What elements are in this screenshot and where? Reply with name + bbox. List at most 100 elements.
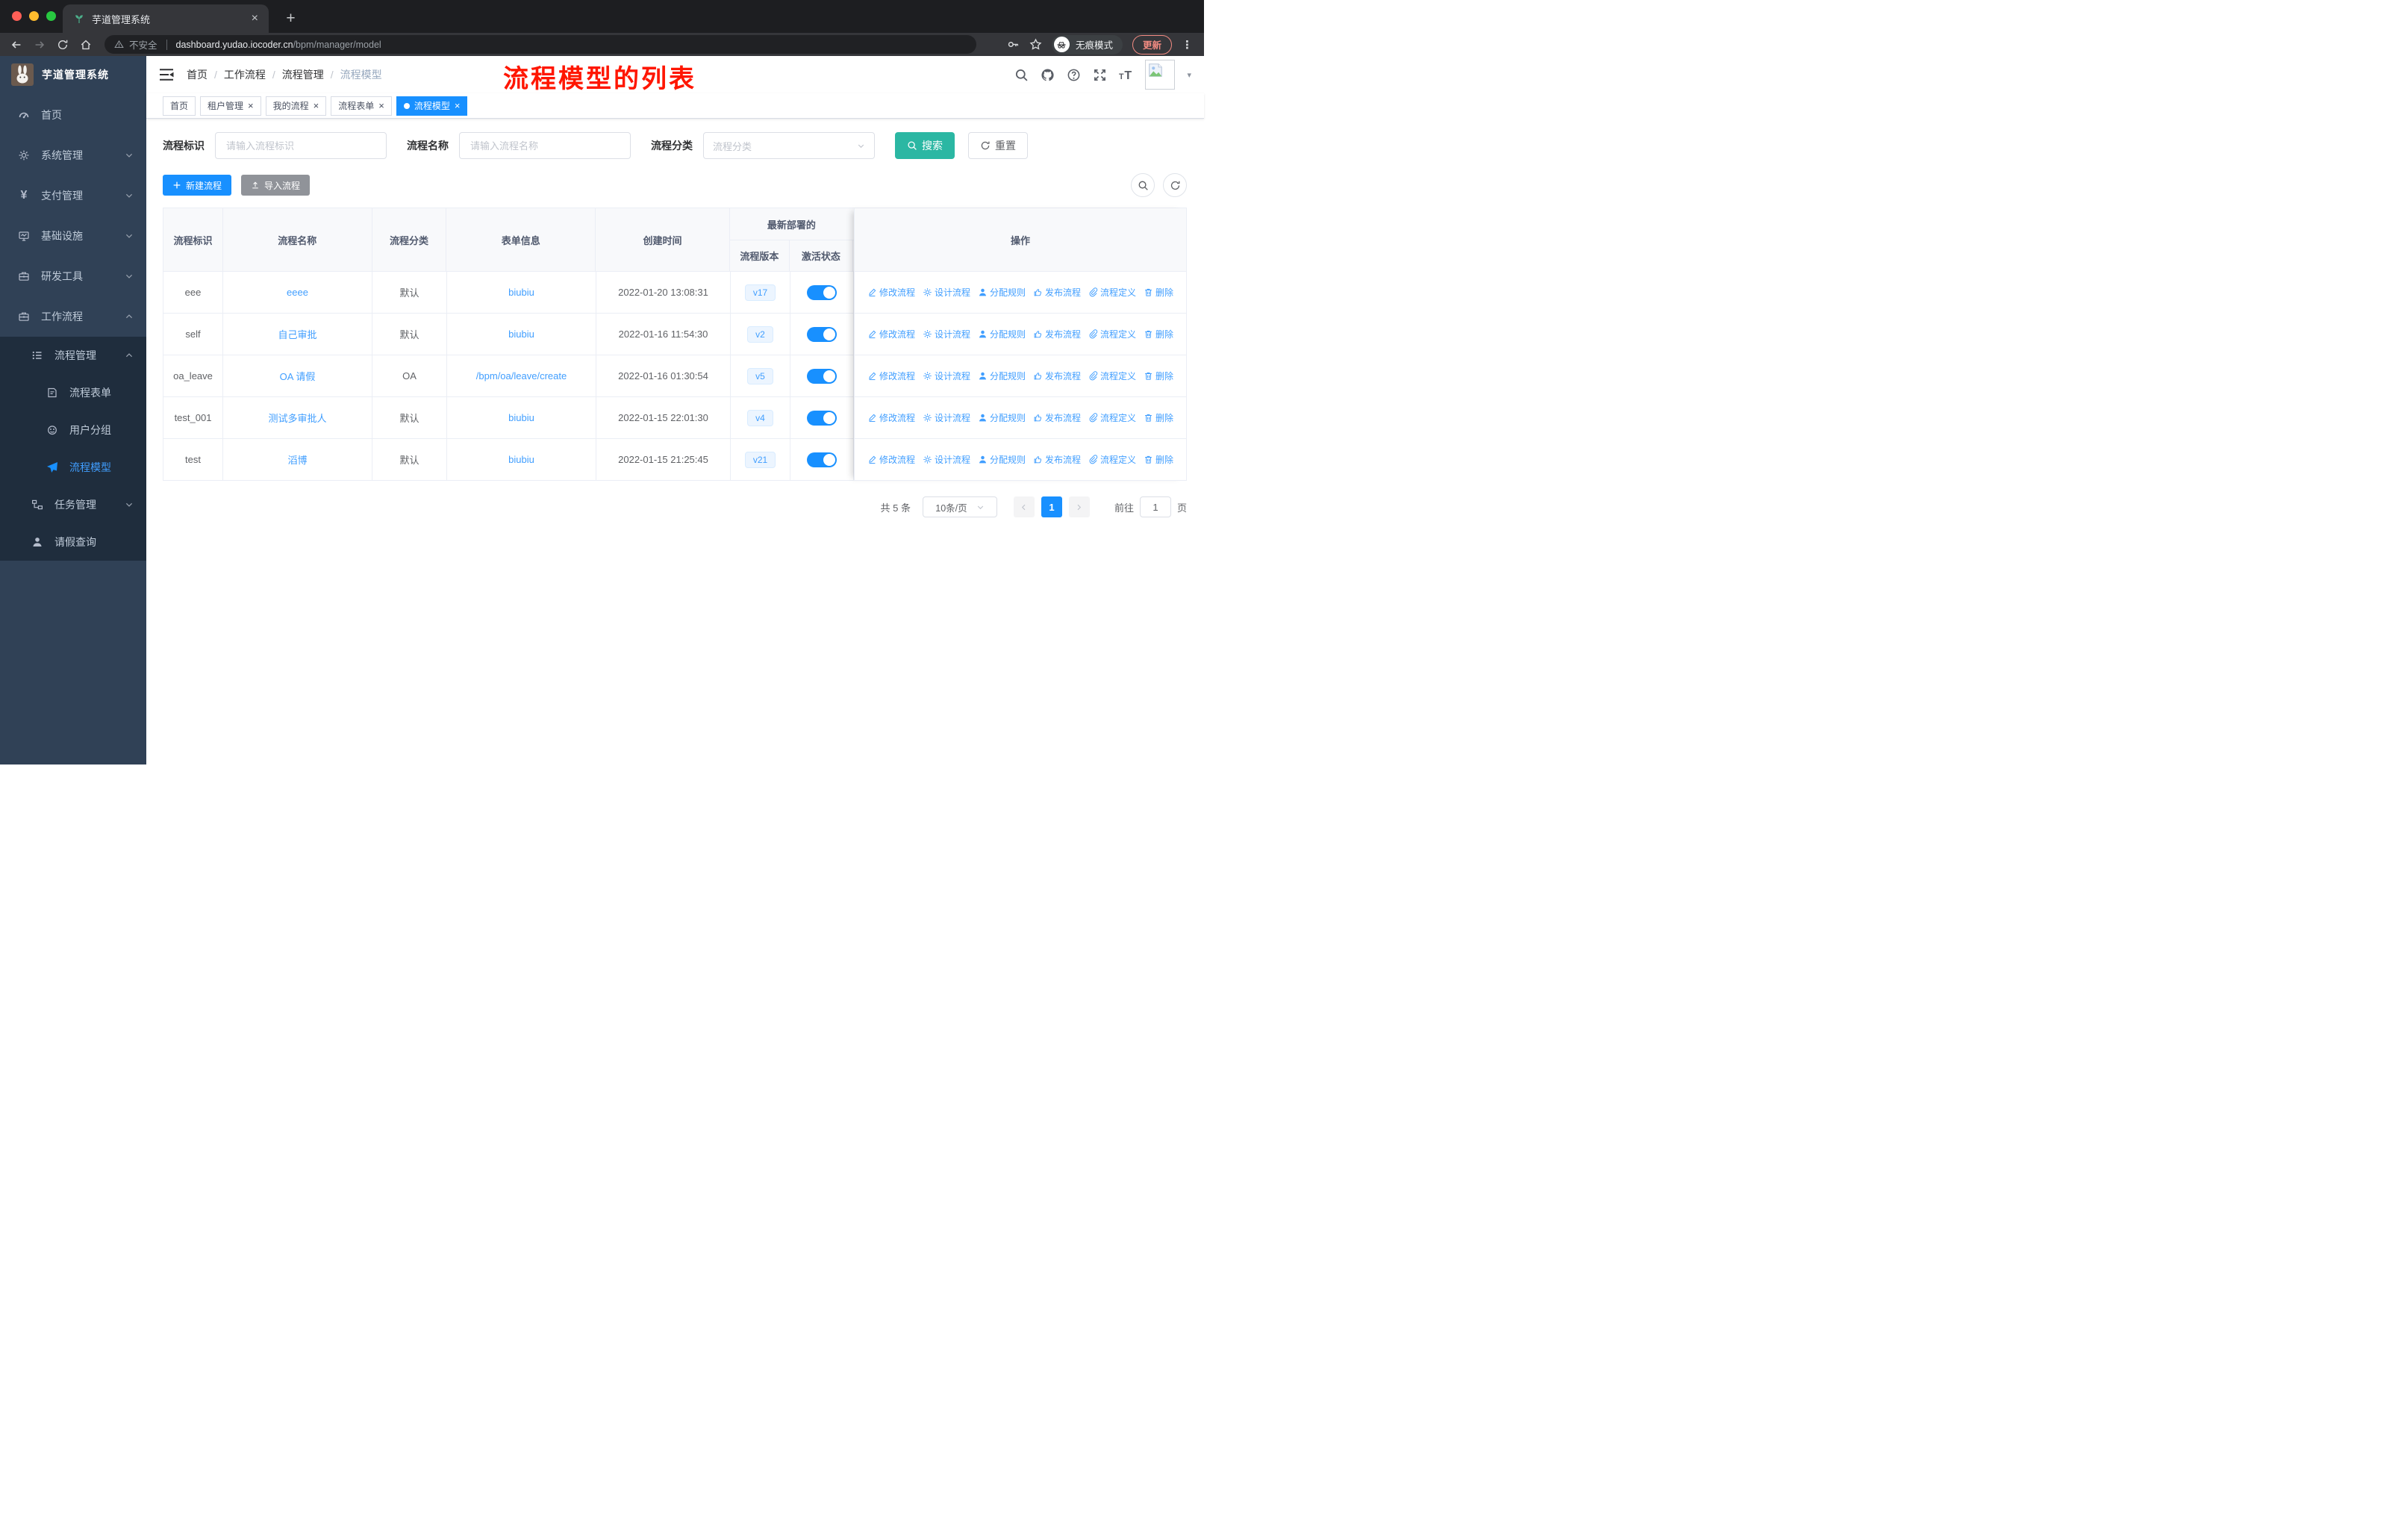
sidebar-item-process-model[interactable]: 流程模型	[0, 449, 146, 486]
publish-process-link[interactable]: 发布流程	[1033, 370, 1081, 382]
design-process-link[interactable]: 设计流程	[923, 411, 970, 424]
window-zoom-button[interactable]	[46, 11, 56, 21]
forward-icon[interactable]	[34, 39, 46, 51]
process-name-link[interactable]: OA 请假	[280, 369, 316, 383]
process-definition-link[interactable]: 流程定义	[1088, 453, 1136, 466]
process-definition-link[interactable]: 流程定义	[1088, 286, 1136, 299]
browser-menu-icon[interactable]: ⋮	[1182, 38, 1194, 52]
active-toggle[interactable]	[807, 410, 837, 426]
browser-tab[interactable]: 芋道管理系统 ×	[63, 4, 269, 33]
process-category-select[interactable]: 流程分类	[703, 132, 875, 159]
avatar-caret-icon[interactable]: ▾	[1187, 70, 1191, 80]
search-button[interactable]: 搜索	[895, 132, 955, 159]
delete-link[interactable]: 删除	[1144, 411, 1173, 424]
home-icon[interactable]	[80, 39, 92, 51]
assign-rule-link[interactable]: 分配规则	[978, 328, 1026, 340]
active-toggle[interactable]	[807, 284, 837, 300]
form-info-link[interactable]: /bpm/oa/leave/create	[476, 370, 567, 382]
tag-close-icon[interactable]: ×	[455, 100, 461, 111]
process-name-input[interactable]	[459, 132, 631, 159]
page-size-select[interactable]: 10条/页	[922, 496, 997, 517]
delete-link[interactable]: 删除	[1144, 328, 1173, 340]
tag-close-icon[interactable]: ×	[314, 100, 319, 111]
publish-process-link[interactable]: 发布流程	[1033, 286, 1081, 299]
delete-link[interactable]: 删除	[1144, 453, 1173, 466]
github-icon[interactable]	[1041, 68, 1055, 82]
design-process-link[interactable]: 设计流程	[923, 328, 970, 340]
publish-process-link[interactable]: 发布流程	[1033, 453, 1081, 466]
sidebar-item-task-management[interactable]: 任务管理	[0, 486, 146, 523]
sidebar-item-workflow[interactable]: 工作流程	[0, 296, 146, 337]
incognito-badge[interactable]: 无痕模式	[1051, 34, 1123, 55]
prev-page-button[interactable]	[1013, 496, 1035, 517]
modify-process-link[interactable]: 修改流程	[867, 370, 915, 382]
modify-process-link[interactable]: 修改流程	[867, 411, 915, 424]
delete-link[interactable]: 删除	[1144, 286, 1173, 299]
user-avatar[interactable]	[1145, 60, 1176, 90]
sidebar-item-leave-query[interactable]: 请假查询	[0, 523, 146, 561]
process-key-input[interactable]	[215, 132, 387, 159]
sidebar-item-home[interactable]: 首页	[0, 95, 146, 135]
create-process-button[interactable]: 新建流程	[163, 175, 232, 196]
refresh-table-button[interactable]	[1163, 173, 1187, 197]
next-page-button[interactable]	[1068, 496, 1090, 517]
sidebar-item-process-management[interactable]: 流程管理	[0, 337, 146, 374]
password-key-icon[interactable]	[1007, 38, 1020, 51]
goto-page-input[interactable]	[1139, 496, 1171, 517]
active-toggle[interactable]	[807, 452, 837, 467]
import-process-button[interactable]: 导入流程	[241, 175, 311, 196]
bookmark-star-icon[interactable]	[1029, 38, 1042, 51]
reload-icon[interactable]	[57, 39, 69, 51]
tag-process-form[interactable]: 流程表单 ×	[331, 96, 392, 116]
window-close-button[interactable]	[12, 11, 22, 21]
tag-close-icon[interactable]: ×	[248, 100, 254, 111]
back-icon[interactable]	[10, 39, 22, 51]
url-bar[interactable]: 不安全 dashboard.yudao.iocoder.cn/bpm/manag…	[105, 35, 976, 54]
modify-process-link[interactable]: 修改流程	[867, 328, 915, 340]
tag-my-process[interactable]: 我的流程 ×	[265, 96, 327, 116]
process-definition-link[interactable]: 流程定义	[1088, 370, 1136, 382]
modify-process-link[interactable]: 修改流程	[867, 286, 915, 299]
help-icon[interactable]	[1067, 68, 1081, 82]
publish-process-link[interactable]: 发布流程	[1033, 411, 1081, 424]
design-process-link[interactable]: 设计流程	[923, 453, 970, 466]
sidebar-item-system[interactable]: 系统管理	[0, 135, 146, 175]
tab-close-icon[interactable]: ×	[252, 13, 258, 25]
delete-link[interactable]: 删除	[1144, 370, 1173, 382]
tag-process-model[interactable]: 流程模型 ×	[396, 96, 468, 116]
assign-rule-link[interactable]: 分配规则	[978, 370, 1026, 382]
sidebar-item-devtools[interactable]: 研发工具	[0, 256, 146, 296]
tag-tenant[interactable]: 租户管理 ×	[200, 96, 261, 116]
reset-button[interactable]: 重置	[968, 132, 1028, 159]
breadcrumb-workflow[interactable]: 工作流程	[224, 67, 266, 82]
design-process-link[interactable]: 设计流程	[923, 286, 970, 299]
process-definition-link[interactable]: 流程定义	[1088, 411, 1136, 424]
tag-home[interactable]: 首页	[163, 96, 196, 116]
sidebar-item-infrastructure[interactable]: 基础设施	[0, 216, 146, 256]
sidebar-collapse-icon[interactable]	[159, 68, 174, 81]
form-info-link[interactable]: biubiu	[508, 454, 534, 465]
page-number-1[interactable]: 1	[1041, 496, 1062, 517]
tag-close-icon[interactable]: ×	[378, 100, 384, 111]
active-toggle[interactable]	[807, 368, 837, 384]
active-toggle[interactable]	[807, 326, 837, 342]
modify-process-link[interactable]: 修改流程	[867, 453, 915, 466]
new-tab-button[interactable]: +	[281, 8, 301, 28]
process-name-link[interactable]: eeee	[287, 287, 308, 298]
breadcrumb-home[interactable]: 首页	[187, 67, 208, 82]
form-info-link[interactable]: biubiu	[508, 287, 534, 298]
process-name-link[interactable]: 滔博	[287, 452, 307, 467]
process-definition-link[interactable]: 流程定义	[1088, 328, 1136, 340]
assign-rule-link[interactable]: 分配规则	[978, 453, 1026, 466]
assign-rule-link[interactable]: 分配规则	[978, 286, 1026, 299]
sidebar-item-user-group[interactable]: 用户分组	[0, 411, 146, 449]
font-size-icon[interactable]	[1119, 68, 1133, 82]
assign-rule-link[interactable]: 分配规则	[978, 411, 1026, 424]
show-search-button[interactable]	[1131, 173, 1155, 197]
window-minimize-button[interactable]	[29, 11, 39, 21]
sidebar-item-payment[interactable]: ¥ 支付管理	[0, 175, 146, 216]
design-process-link[interactable]: 设计流程	[923, 370, 970, 382]
browser-update-button[interactable]: 更新	[1132, 34, 1172, 55]
fullscreen-icon[interactable]	[1093, 68, 1107, 82]
form-info-link[interactable]: biubiu	[508, 412, 534, 423]
